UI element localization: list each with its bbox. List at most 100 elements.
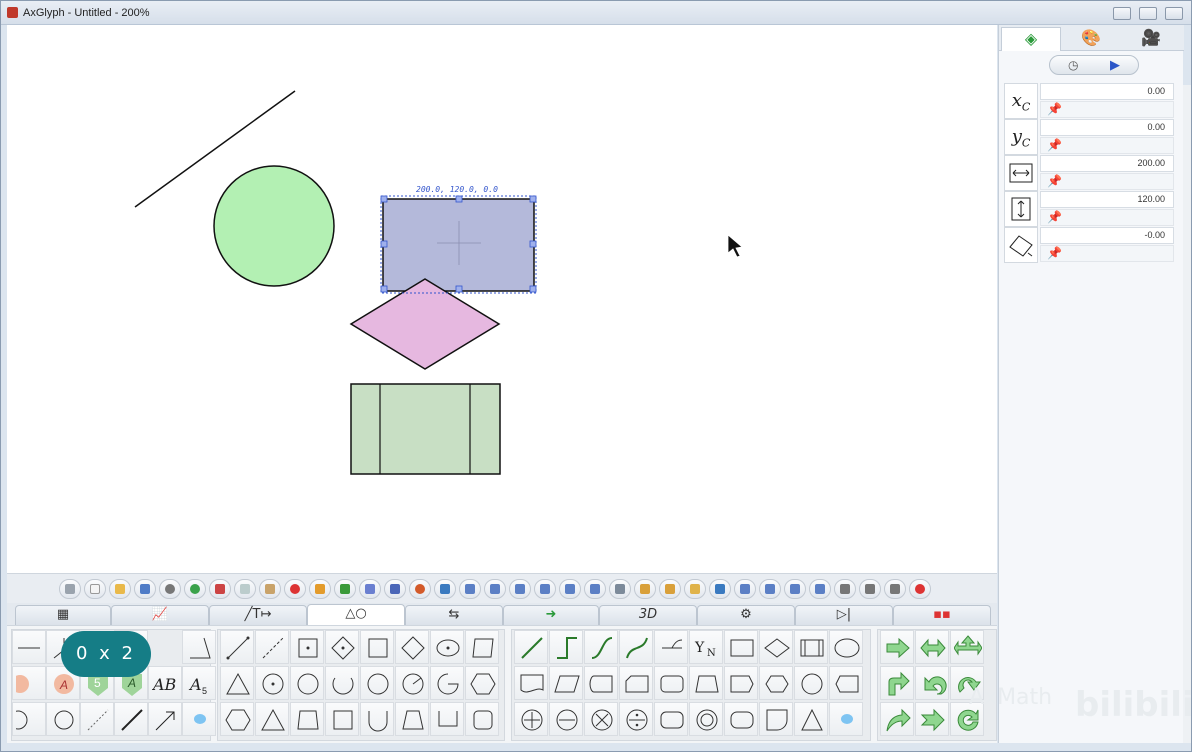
off-page-tool[interactable] <box>724 666 758 700</box>
diamond-point-tool[interactable] <box>325 630 359 664</box>
arc-tool[interactable] <box>12 702 46 736</box>
height-field[interactable]: 120.00 <box>1040 191 1174 208</box>
tab-circuit[interactable]: ▷| <box>795 605 893 625</box>
settings-button[interactable] <box>159 579 181 599</box>
minimize-button[interactable] <box>1113 7 1131 20</box>
rounded-rect-tool[interactable] <box>654 702 688 736</box>
transform-button[interactable] <box>434 579 456 599</box>
connector-circle-tool[interactable] <box>794 666 828 700</box>
tab-lines-text[interactable]: ╱T↦ <box>209 605 307 625</box>
s-connector-tool[interactable] <box>619 630 653 664</box>
flip-h-button[interactable] <box>634 579 656 599</box>
double-arrow-tool[interactable] <box>915 630 949 664</box>
curved-arrow-tool[interactable] <box>880 702 914 736</box>
yc-pin[interactable]: 📌 <box>1040 137 1174 154</box>
close-button[interactable] <box>1165 7 1183 20</box>
yc-field[interactable]: 0.00 <box>1040 119 1174 136</box>
rounded-square-tool[interactable] <box>724 702 758 736</box>
text-ab-tool[interactable]: AB <box>148 666 182 700</box>
triangle-vertex-tool[interactable] <box>220 666 254 700</box>
timer-icon[interactable]: ◷ <box>1068 58 1078 72</box>
tab-charts[interactable]: 📈 <box>111 605 209 625</box>
cut-button[interactable] <box>209 579 231 599</box>
diamond-shape[interactable] <box>349 278 501 370</box>
align-right-button[interactable] <box>509 579 531 599</box>
tab-layers[interactable]: ◈ <box>1001 27 1061 51</box>
new-button[interactable] <box>84 579 106 599</box>
menu-button[interactable] <box>59 579 81 599</box>
equal-width-button[interactable] <box>784 579 806 599</box>
undo-button[interactable] <box>309 579 331 599</box>
label-tool-1[interactable] <box>12 666 46 700</box>
tab-flowchart[interactable]: ⇆ <box>405 605 503 625</box>
flip-v-button[interactable] <box>659 579 681 599</box>
display-tool[interactable] <box>829 666 863 700</box>
document-tool[interactable] <box>514 666 548 700</box>
help-button[interactable] <box>184 579 206 599</box>
trapezoid-points-tool[interactable] <box>395 702 429 736</box>
copy-button[interactable] <box>234 579 256 599</box>
circle-radius-tool[interactable] <box>395 666 429 700</box>
snap-button[interactable] <box>384 579 406 599</box>
group-button[interactable] <box>909 579 931 599</box>
circle-points-tool[interactable] <box>290 666 324 700</box>
align-middle-button[interactable] <box>559 579 581 599</box>
space-h-button[interactable] <box>734 579 756 599</box>
paste-button[interactable] <box>259 579 281 599</box>
quad-points-tool[interactable] <box>325 702 359 736</box>
arc-points-tool[interactable] <box>325 666 359 700</box>
delay-tool[interactable] <box>759 702 793 736</box>
circle-three-points-tool[interactable] <box>360 666 394 700</box>
callout-tool[interactable] <box>182 702 216 736</box>
tab-colors[interactable]: ▦ <box>15 605 111 625</box>
segment-tool[interactable] <box>220 630 254 664</box>
rotation-field[interactable]: -0.00 <box>1040 227 1174 244</box>
u-turn-arrow-tool[interactable] <box>915 666 949 700</box>
rotation-pin[interactable]: 📌 <box>1040 245 1174 262</box>
quad-arrow-tool[interactable] <box>950 630 984 664</box>
yn-tool[interactable]: YN <box>689 630 723 664</box>
sector-tool[interactable] <box>430 666 464 700</box>
distribute-button[interactable] <box>609 579 631 599</box>
circle-shape[interactable] <box>213 165 335 287</box>
xc-pin[interactable]: 📌 <box>1040 101 1174 118</box>
redo-button[interactable] <box>334 579 356 599</box>
arrow-line-tool[interactable] <box>148 702 182 736</box>
same-size-button[interactable] <box>834 579 856 599</box>
width-field[interactable]: 200.00 <box>1040 155 1174 172</box>
bent-arrow-tool[interactable] <box>880 666 914 700</box>
rectangle-shape[interactable] <box>382 198 535 292</box>
block-arrow-right-tool[interactable] <box>880 630 914 664</box>
rounded-box-tool[interactable] <box>654 666 688 700</box>
width-pin[interactable]: 📌 <box>1040 173 1174 190</box>
maximize-button[interactable] <box>1139 7 1157 20</box>
extract-tool[interactable] <box>794 702 828 736</box>
xc-field[interactable]: 0.00 <box>1040 83 1174 100</box>
parallelogram-point-tool[interactable] <box>465 630 499 664</box>
equal-height-button[interactable] <box>809 579 831 599</box>
square-point-tool[interactable] <box>290 630 324 664</box>
panel-scrollbar[interactable] <box>1183 85 1191 743</box>
card-tool[interactable] <box>619 666 653 700</box>
preparation-tool[interactable] <box>759 666 793 700</box>
align-top-button[interactable] <box>534 579 556 599</box>
delete-button[interactable] <box>284 579 306 599</box>
predefined-process-tool[interactable] <box>794 630 828 664</box>
predefined-process-shape[interactable] <box>350 383 501 475</box>
open-button[interactable] <box>109 579 131 599</box>
stored-data-tool[interactable] <box>584 666 618 700</box>
size-button[interactable] <box>884 579 906 599</box>
summing-junction-tool[interactable] <box>514 702 548 736</box>
green-line-tool[interactable] <box>514 630 548 664</box>
tab-animation[interactable]: 🎥 <box>1121 27 1181 51</box>
rounded-quad-tool[interactable] <box>465 702 499 736</box>
manual-operation-tool[interactable] <box>689 666 723 700</box>
dotted-segment-tool[interactable] <box>255 630 289 664</box>
triangle-points-tool[interactable] <box>255 702 289 736</box>
junction-tool[interactable] <box>654 630 688 664</box>
or-circle-tool[interactable] <box>584 702 618 736</box>
data-tool[interactable] <box>549 666 583 700</box>
diamond-corners-tool[interactable] <box>395 630 429 664</box>
curved-connector-tool[interactable] <box>584 630 618 664</box>
ellipse-point-tool[interactable] <box>430 630 464 664</box>
